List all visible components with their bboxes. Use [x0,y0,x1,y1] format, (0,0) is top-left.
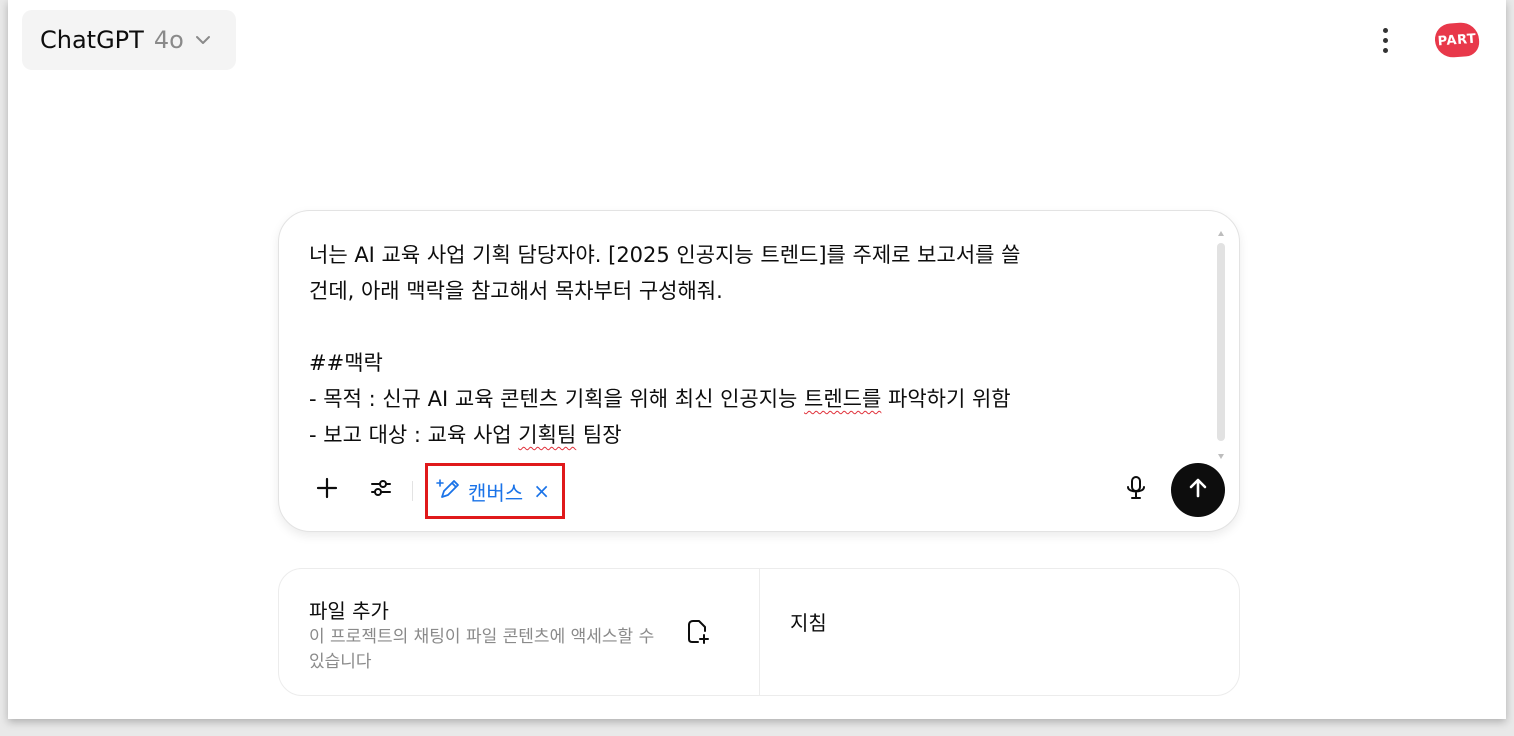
sliders-icon [369,476,393,504]
add-files-title: 파일 추가 [309,599,389,623]
add-files-card[interactable]: 파일 추가 이 프로젝트의 채팅이 파일 콘텐츠에 액세스할 수 있습니다 [279,569,760,695]
plus-icon [316,477,338,503]
avatar-text: PART [1437,31,1477,49]
prompt-text: - 보고 대상 : 교육 사업 [309,423,519,447]
model-selector[interactable]: ChatGPT 4o [22,10,236,70]
spellcheck-flagged-word: 트렌드를 [804,387,882,411]
instructions-card[interactable]: 지침 [760,569,1239,695]
close-icon[interactable]: × [533,479,550,503]
model-version: 4o [153,26,184,54]
file-add-icon [675,609,719,653]
app-window: ChatGPT 4o PART 너는 AI 교육 사업 기획 담당자야. [20… [8,0,1506,719]
prompt-line: ##맥락 [309,351,383,375]
canvas-pen-icon [436,477,462,506]
scroll-thumb[interactable] [1217,243,1225,441]
project-cards: 파일 추가 이 프로젝트의 채팅이 파일 콘텐츠에 액세스할 수 있습니다 지침 [278,568,1240,696]
prompt-blank-line [309,309,1189,345]
add-files-description: 이 프로젝트의 채팅이 파일 콘텐츠에 액세스할 수 있습니다 [309,627,655,672]
send-button[interactable] [1171,463,1225,517]
prompt-text: - 목적 : 신규 AI 교육 콘텐츠 기획을 위해 최신 인공지능 [309,387,805,411]
model-name: ChatGPT [40,26,144,54]
scroll-up-arrow[interactable] [1218,231,1224,236]
prompt-line: 너는 AI 교육 사업 기획 담당자야. [2025 인공지능 트렌드]를 주제… [309,243,1021,267]
toolbar-divider [412,481,413,501]
scroll-down-arrow[interactable] [1218,454,1224,459]
arrow-up-icon [1186,476,1210,504]
prompt-line: 건데, 아래 맥락을 참고해서 목차부터 구성해줘. [309,279,723,303]
microphone-icon [1125,475,1147,505]
avatar[interactable]: PART [1433,20,1481,60]
canvas-tool-chip[interactable]: 캔버스 × [425,463,565,519]
prompt-input[interactable]: 너는 AI 교육 사업 기획 담당자야. [2025 인공지능 트렌드]를 주제… [309,237,1189,453]
canvas-chip-label: 캔버스 [468,480,524,505]
prompt-text: 팀장 [576,423,622,447]
instructions-title: 지침 [790,611,827,635]
prompt-composer: 너는 AI 교육 사업 기획 담당자야. [2025 인공지능 트렌드]를 주제… [278,210,1240,532]
voice-input-button[interactable] [1119,473,1153,507]
add-attachment-button[interactable] [310,473,344,507]
avatar-badge: PART [1433,21,1481,59]
spellcheck-flagged-word: 기획팀 [518,423,577,447]
chevron-down-icon [194,31,212,49]
prompt-text: 파악하기 위함 [881,387,1011,411]
more-vertical-icon[interactable] [1370,22,1400,58]
tools-button[interactable] [364,473,398,507]
prompt-line: - 보고 대상 : 교육 사업 기획팀 팀장 [309,417,1189,453]
prompt-scrollbar[interactable] [1216,231,1226,459]
prompt-line: - 목적 : 신규 AI 교육 콘텐츠 기획을 위해 최신 인공지능 트렌드를 … [309,381,1189,417]
